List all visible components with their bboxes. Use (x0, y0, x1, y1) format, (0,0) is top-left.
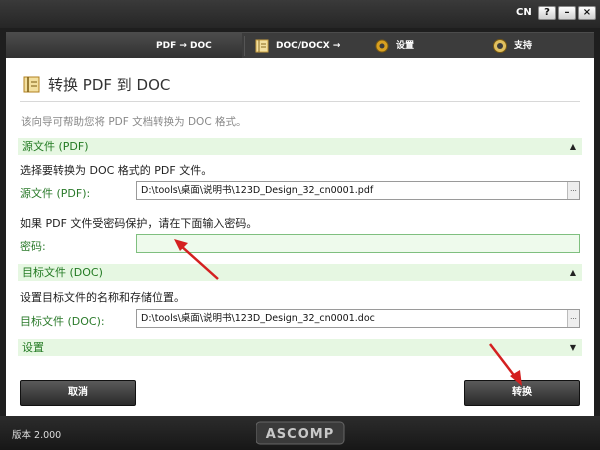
main-panel: 转换 PDF 到 DOC 该向导可帮助您将 PDF 文档转换为 DOC 格式。 … (6, 58, 594, 374)
ascomp-logo: ASCOMP (256, 421, 345, 445)
target-description: 设置目标文件的名称和存储位置。 (20, 291, 185, 304)
cancel-button[interactable]: 取消 (20, 380, 136, 406)
version-text: 版本 2.000 (12, 430, 62, 441)
tab-settings[interactable]: 设置 (366, 33, 482, 59)
expand-icon: ▼ (569, 343, 576, 352)
annotation-arrow (174, 239, 219, 280)
gear-icon (375, 39, 389, 53)
settings-section-label: 设置 (22, 341, 44, 354)
svg-text:ASCOMP: ASCOMP (266, 427, 334, 442)
divider (20, 101, 580, 102)
source-description: 选择要转换为 DOC 格式的 PDF 文件。 (20, 164, 213, 177)
tab-pdf-to-doc[interactable]: PDF → DOC (6, 33, 242, 59)
intro-text: 该向导可帮助您将 PDF 文档转换为 DOC 格式。 (21, 116, 247, 128)
source-file-label: 源文件 (PDF): (20, 187, 91, 200)
target-file-input[interactable]: D:\tools\桌面\说明书\123D_Design_32_cn0001.do… (136, 309, 580, 328)
annotation-arrow (489, 343, 522, 386)
book-icon (255, 39, 269, 53)
tab-support-label: 支持 (514, 41, 533, 51)
help-button[interactable]: ? (538, 6, 556, 20)
source-browse-button[interactable]: ... (567, 182, 579, 199)
minimize-button[interactable]: – (558, 6, 576, 20)
close-button[interactable]: × (578, 6, 596, 20)
target-section-header[interactable]: 目标文件 (DOC) ▲ (18, 264, 582, 281)
tab-bar: PDF → DOC DOC/DOCX → PDF 设置 支持 (6, 32, 594, 77)
target-browse-button[interactable]: ... (567, 310, 579, 327)
collapse-icon: ▲ (569, 268, 576, 277)
target-section-label: 目标文件 (DOC) (22, 266, 103, 279)
lifebuoy-icon (493, 39, 507, 53)
footer: 版本 2.000 ASCOMP (0, 416, 600, 450)
source-file-input[interactable]: D:\tools\桌面\说明书\123D_Design_32_cn0001.pd… (136, 181, 580, 200)
source-section-header[interactable]: 源文件 (PDF) ▲ (18, 138, 582, 155)
book-icon (23, 76, 40, 93)
title-bar: CN ? – × (0, 0, 600, 28)
tab-divider (244, 36, 245, 56)
language-indicator[interactable]: CN (516, 7, 532, 18)
page-title: 转换 PDF 到 DOC (23, 74, 171, 95)
tab-doc-to-pdf[interactable]: DOC/DOCX → PDF (246, 33, 362, 77)
source-file-value: D:\tools\桌面\说明书\123D_Design_32_cn0001.pd… (141, 185, 374, 196)
tab-support[interactable]: 支持 (484, 33, 594, 59)
page-title-text: 转换 PDF 到 DOC (48, 76, 171, 94)
source-section-label: 源文件 (PDF) (22, 140, 89, 153)
target-file-value: D:\tools\桌面\说明书\123D_Design_32_cn0001.do… (141, 313, 375, 324)
collapse-icon: ▲ (569, 142, 576, 151)
target-file-label: 目标文件 (DOC): (20, 315, 105, 328)
password-description: 如果 PDF 文件受密码保护，请在下面输入密码。 (20, 217, 258, 230)
tab-settings-label: 设置 (396, 41, 415, 51)
password-label: 密码: (20, 240, 46, 253)
